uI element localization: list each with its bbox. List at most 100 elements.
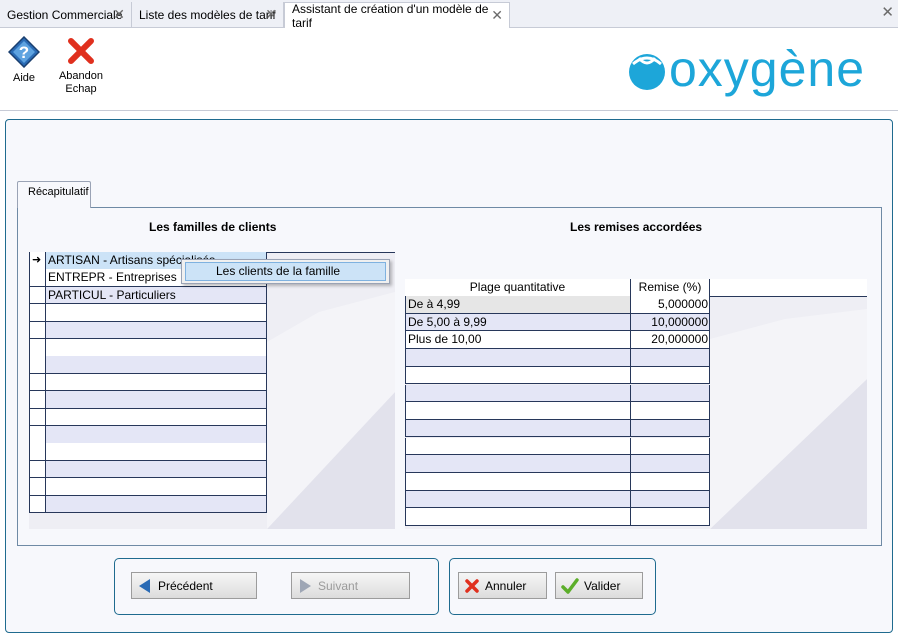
discount-cell[interactable] <box>630 384 710 401</box>
discount-cell[interactable] <box>630 402 710 419</box>
current-row-arrow-icon: ➜ <box>32 254 42 266</box>
range-cell[interactable] <box>405 508 631 525</box>
family-cell[interactable]: PARTICUL - Particuliers <box>46 286 267 304</box>
discount-cell[interactable] <box>630 490 710 508</box>
table-row[interactable] <box>405 508 710 526</box>
table-row[interactable] <box>29 460 267 479</box>
discount-cell[interactable]: 20,000000 <box>630 331 710 348</box>
tab-liste-modeles-tarif[interactable]: Liste des modèles de tarif ✕ <box>132 2 284 28</box>
row-header[interactable] <box>29 408 46 426</box>
validate-button[interactable]: Valider <box>555 572 643 599</box>
cancel-label: Annuler <box>485 578 527 593</box>
row-header[interactable]: ➜ <box>29 252 46 269</box>
table-row[interactable] <box>29 495 267 514</box>
row-header[interactable] <box>29 286 46 304</box>
range-cell[interactable] <box>405 402 631 419</box>
range-cell[interactable] <box>405 473 631 490</box>
table-row[interactable] <box>405 402 710 420</box>
table-row[interactable] <box>29 391 267 409</box>
table-row[interactable] <box>405 473 710 491</box>
table-row[interactable] <box>29 304 267 322</box>
row-header[interactable] <box>29 391 46 408</box>
column-header-range[interactable]: Plage quantitative <box>405 279 631 296</box>
range-cell[interactable] <box>405 437 631 455</box>
row-header[interactable] <box>29 321 46 339</box>
table-row[interactable] <box>405 384 710 402</box>
range-cell[interactable] <box>405 349 631 366</box>
row-header[interactable] <box>29 373 46 391</box>
close-icon[interactable]: ✕ <box>491 8 503 22</box>
table-row[interactable] <box>405 455 710 473</box>
range-cell[interactable] <box>405 490 631 508</box>
context-menu-item-clients-famille[interactable]: Les clients de la famille <box>185 262 386 281</box>
table-row[interactable] <box>29 356 267 374</box>
table-row[interactable] <box>405 366 710 385</box>
range-cell[interactable] <box>405 366 631 384</box>
next-button[interactable]: Suivant <box>291 572 410 599</box>
tab-recapitulatif[interactable]: Récapitulatif <box>17 181 91 208</box>
discount-cell[interactable] <box>630 419 710 437</box>
table-row[interactable] <box>29 339 267 357</box>
table-row[interactable] <box>29 321 267 340</box>
table-row[interactable] <box>29 373 267 392</box>
family-cell[interactable] <box>46 460 267 478</box>
discount-cell[interactable] <box>630 473 710 490</box>
table-row[interactable]: De 5,00 à 9,99 10,000000 <box>405 313 710 332</box>
close-icon[interactable]: ✕ <box>113 7 125 21</box>
row-header[interactable] <box>29 269 46 286</box>
range-cell[interactable]: De à 4,99 <box>405 296 631 313</box>
window-close-icon[interactable]: ✕ <box>881 3 894 21</box>
table-row[interactable] <box>405 437 710 456</box>
range-cell[interactable] <box>405 384 631 401</box>
close-icon[interactable]: ✕ <box>265 7 277 21</box>
discount-cell[interactable] <box>630 455 710 472</box>
help-button[interactable]: ? Aide <box>8 36 40 85</box>
table-row[interactable]: De à 4,99 5,000000 <box>405 296 710 314</box>
row-header[interactable] <box>29 356 46 373</box>
table-row[interactable] <box>29 443 267 461</box>
family-cell[interactable] <box>46 408 267 426</box>
previous-button[interactable]: Précédent <box>131 572 257 599</box>
row-header[interactable] <box>29 478 46 495</box>
range-cell[interactable]: Plus de 10,00 <box>405 331 631 348</box>
family-cell[interactable] <box>46 373 267 391</box>
table-row[interactable] <box>29 426 267 444</box>
table-row[interactable] <box>405 490 710 509</box>
tab-assistant-creation[interactable]: Assistant de création d'un modèle de tar… <box>284 2 510 30</box>
row-header[interactable] <box>29 426 46 443</box>
row-header[interactable] <box>29 339 46 356</box>
family-cell[interactable] <box>46 426 267 443</box>
discount-cell[interactable]: 5,000000 <box>630 296 710 313</box>
table-row[interactable] <box>29 478 267 496</box>
discount-cell[interactable]: 10,000000 <box>630 313 710 331</box>
family-cell[interactable] <box>46 443 267 460</box>
tab-gestion-commerciale[interactable]: Gestion Commerciale ✕ <box>0 2 132 28</box>
row-header[interactable] <box>29 495 46 513</box>
family-cell[interactable] <box>46 339 267 356</box>
cancel-button[interactable]: Annuler <box>458 572 547 599</box>
family-cell[interactable] <box>46 495 267 513</box>
range-cell[interactable]: De 5,00 à 9,99 <box>405 313 631 331</box>
range-cell[interactable] <box>405 455 631 472</box>
table-row[interactable] <box>29 408 267 427</box>
discount-cell[interactable] <box>630 366 710 384</box>
table-row[interactable]: PARTICUL - Particuliers <box>29 286 267 305</box>
range-cell[interactable] <box>405 419 631 437</box>
family-cell[interactable] <box>46 478 267 495</box>
family-cell[interactable] <box>46 391 267 408</box>
column-header-discount[interactable]: Remise (%) <box>630 279 710 296</box>
family-cell[interactable] <box>46 356 267 373</box>
row-header[interactable] <box>29 460 46 478</box>
context-menu: Les clients de la famille <box>181 259 390 284</box>
family-cell[interactable] <box>46 321 267 339</box>
table-row[interactable] <box>405 419 710 438</box>
family-cell[interactable] <box>46 304 267 321</box>
row-header[interactable] <box>29 443 46 460</box>
discount-cell[interactable] <box>630 349 710 366</box>
discount-cell[interactable] <box>630 508 710 525</box>
abort-button[interactable]: Abandon Echap <box>56 36 106 96</box>
table-row[interactable] <box>405 349 710 367</box>
row-header[interactable] <box>29 304 46 321</box>
discount-cell[interactable] <box>630 437 710 455</box>
table-row[interactable]: Plus de 10,00 20,000000 <box>405 331 710 349</box>
